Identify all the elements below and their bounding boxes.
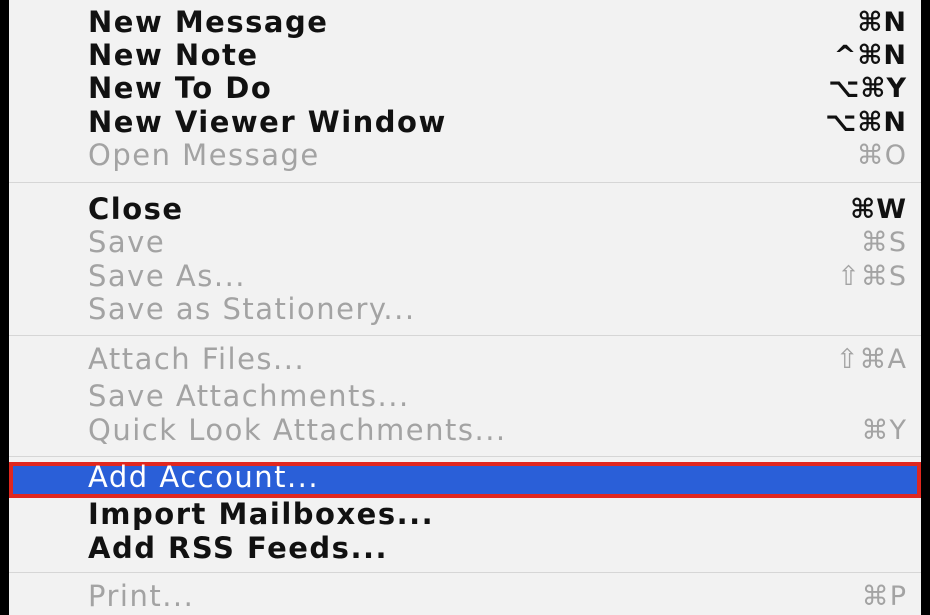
menu-separator — [9, 572, 921, 573]
menu-item-add-account[interactable]: Add Account... — [9, 462, 921, 498]
menu-item-label: New Note — [88, 38, 259, 72]
menu-item-label: Save As... — [88, 259, 247, 293]
menu-item-quick-look-attachments: Quick Look Attachments... ⌘Y — [9, 414, 921, 447]
menu-item-label: Quick Look Attachments... — [88, 413, 507, 447]
menu-item-shortcut: ⇧⌘A — [835, 344, 907, 375]
menu-item-label: Save — [88, 225, 166, 259]
menu-item-shortcut: ⌥⌘N — [825, 107, 907, 138]
menu-item-shortcut: ⌘O — [856, 140, 907, 171]
menu-item-label: Close — [88, 192, 184, 226]
menu-item-label: Print... — [88, 579, 195, 613]
menu-separator — [9, 182, 921, 183]
menu-item-shortcut: ⌘Y — [861, 415, 907, 446]
menu-item-save: Save ⌘S — [9, 226, 921, 259]
menu-item-label: New Message — [88, 5, 329, 39]
menu-item-close[interactable]: Close ⌘W — [9, 193, 921, 226]
menu-item-shortcut: ⌘W — [850, 194, 907, 225]
menu-item-print: Print... ⌘P — [9, 580, 921, 613]
menu-item-label: New To Do — [88, 71, 273, 105]
menu-item-save-attachments: Save Attachments... — [9, 380, 921, 413]
menu-item-shortcut: ⌘P — [861, 581, 907, 612]
menu-item-new-message[interactable]: New Message ⌘N — [9, 6, 921, 39]
menu-item-label: Save as Stationery... — [88, 292, 416, 326]
menu-item-label: Save Attachments... — [88, 379, 410, 413]
menu-item-add-rss-feeds[interactable]: Add RSS Feeds... — [9, 532, 921, 565]
menu-separator — [9, 335, 921, 336]
menu-item-open-message: Open Message ⌘O — [9, 139, 921, 172]
menu-item-new-note[interactable]: New Note ^⌘N — [9, 39, 921, 72]
menu-item-label: New Viewer Window — [88, 105, 447, 139]
menu-item-import-mailboxes[interactable]: Import Mailboxes... — [9, 498, 921, 531]
menu-item-save-as: Save As... ⇧⌘S — [9, 260, 921, 293]
file-menu: New Message ⌘N New Note ^⌘N New To Do ⌥⌘… — [9, 0, 921, 615]
menu-item-label: Attach Files... — [88, 342, 306, 376]
menu-item-new-to-do[interactable]: New To Do ⌥⌘Y — [9, 72, 921, 105]
menu-item-shortcut: ^⌘N — [833, 40, 907, 71]
menu-item-shortcut: ⌘S — [860, 227, 907, 258]
menu-item-new-viewer-window[interactable]: New Viewer Window ⌥⌘N — [9, 106, 921, 139]
menu-item-shortcut: ⌘N — [857, 7, 907, 38]
menu-item-shortcut: ⌥⌘Y — [828, 73, 907, 104]
menu-item-attach-files: Attach Files... ⇧⌘A — [9, 343, 921, 376]
menu-separator — [9, 456, 921, 457]
menu-item-label: Add Account... — [88, 460, 320, 494]
menu-item-label: Open Message — [88, 138, 320, 172]
menu-item-shortcut: ⇧⌘S — [837, 261, 907, 292]
menu-item-label: Add RSS Feeds... — [88, 531, 388, 565]
menu-item-save-as-stationery: Save as Stationery... — [9, 293, 921, 326]
menu-item-label: Import Mailboxes... — [88, 497, 435, 531]
